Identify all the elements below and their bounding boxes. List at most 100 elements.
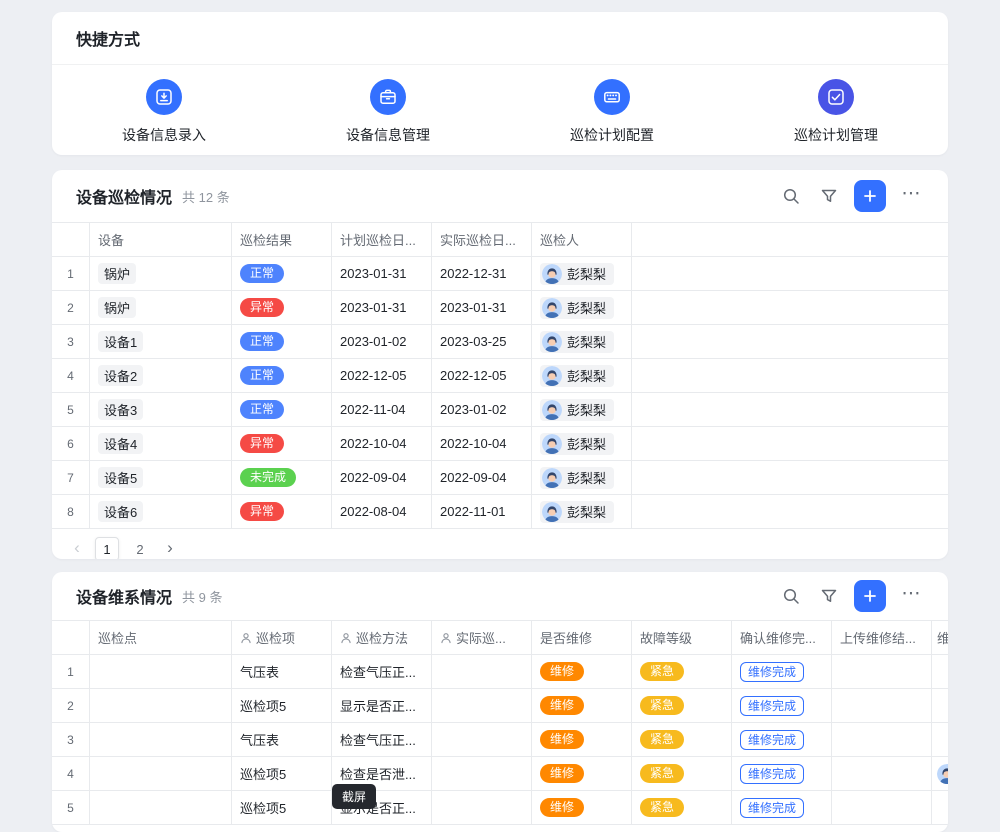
result-cell[interactable]: 异常 xyxy=(232,291,332,324)
repair-person-cell[interactable] xyxy=(932,655,948,688)
result-cell[interactable]: 正常 xyxy=(232,257,332,290)
repair-done-button[interactable]: 维修完成 xyxy=(740,662,804,682)
shortcut-item-3[interactable]: 巡检计划配置 xyxy=(500,79,724,145)
inspector-cell[interactable]: 彭梨梨 xyxy=(532,257,632,290)
repair-person-cell[interactable] xyxy=(932,723,948,756)
repair-cell[interactable]: 维修 xyxy=(532,655,632,688)
column-header-实际巡检日...[interactable]: 实际巡检日... xyxy=(432,223,532,256)
actual-date-cell[interactable]: 2023-01-31 xyxy=(432,291,532,324)
device-cell[interactable]: 设备2 xyxy=(90,359,232,392)
actual-date-cell[interactable]: 2023-03-25 xyxy=(432,325,532,358)
inspection-point-cell[interactable] xyxy=(90,757,232,790)
upload-result-cell[interactable] xyxy=(832,791,932,824)
inspection-item-cell[interactable]: 气压表 xyxy=(232,723,332,756)
device-cell[interactable]: 设备4 xyxy=(90,427,232,460)
repair-cell[interactable]: 维修 xyxy=(532,757,632,790)
fault-level-cell[interactable]: 紧急 xyxy=(632,791,732,824)
filter-icon[interactable] xyxy=(816,583,842,609)
actual-inspection-cell[interactable] xyxy=(432,655,532,688)
upload-result-cell[interactable] xyxy=(832,723,932,756)
repair-cell[interactable]: 维修 xyxy=(532,723,632,756)
inspection-point-cell[interactable] xyxy=(90,791,232,824)
actual-inspection-cell[interactable] xyxy=(432,791,532,824)
repair-done-button[interactable]: 维修完成 xyxy=(740,798,804,818)
column-header-设备[interactable]: 设备 xyxy=(90,223,232,256)
inspection-point-cell[interactable] xyxy=(90,723,232,756)
result-cell[interactable]: 异常 xyxy=(232,427,332,460)
column-header-确认维修完...[interactable]: 确认维修完... xyxy=(732,621,832,654)
column-header-巡检点[interactable]: 巡检点 xyxy=(90,621,232,654)
actual-date-cell[interactable]: 2022-09-04 xyxy=(432,461,532,494)
planned-date-cell[interactable]: 2022-08-04 xyxy=(332,495,432,528)
inspection-method-cell[interactable]: 检查气压正... xyxy=(332,723,432,756)
actual-date-cell[interactable]: 2023-01-02 xyxy=(432,393,532,426)
search-icon[interactable] xyxy=(778,583,804,609)
upload-result-cell[interactable] xyxy=(832,757,932,790)
shortcut-item-4[interactable]: 巡检计划管理 xyxy=(724,79,948,145)
inspector-cell[interactable]: 彭梨梨 xyxy=(532,359,632,392)
actual-date-cell[interactable]: 2022-12-05 xyxy=(432,359,532,392)
column-header-巡检结果[interactable]: 巡检结果 xyxy=(232,223,332,256)
actual-inspection-cell[interactable] xyxy=(432,723,532,756)
column-header-上传维修结...[interactable]: 上传维修结... xyxy=(832,621,932,654)
upload-result-cell[interactable] xyxy=(832,689,932,722)
inspection-item-cell[interactable]: 气压表 xyxy=(232,655,332,688)
inspector-cell[interactable]: 彭梨梨 xyxy=(532,427,632,460)
inspector-cell[interactable]: 彭梨梨 xyxy=(532,291,632,324)
fault-level-cell[interactable]: 紧急 xyxy=(632,757,732,790)
confirm-repair-cell[interactable]: 维修完成 xyxy=(732,757,832,790)
result-cell[interactable]: 异常 xyxy=(232,495,332,528)
column-header-实际巡...[interactable]: 实际巡... xyxy=(432,621,532,654)
inspection-item-cell[interactable]: 巡检项5 xyxy=(232,791,332,824)
confirm-repair-cell[interactable]: 维修完成 xyxy=(732,689,832,722)
next-page-button[interactable]: › xyxy=(161,539,179,559)
fault-level-cell[interactable]: 紧急 xyxy=(632,689,732,722)
column-header-巡检方法[interactable]: 巡检方法 xyxy=(332,621,432,654)
repair-cell[interactable]: 维修 xyxy=(532,791,632,824)
planned-date-cell[interactable]: 2022-11-04 xyxy=(332,393,432,426)
shortcut-item-2[interactable]: 设备信息管理 xyxy=(276,79,500,145)
actual-date-cell[interactable]: 2022-10-04 xyxy=(432,427,532,460)
inspector-cell[interactable]: 彭梨梨 xyxy=(532,461,632,494)
device-cell[interactable]: 锅炉 xyxy=(90,257,232,290)
inspection-item-cell[interactable]: 巡检项5 xyxy=(232,689,332,722)
planned-date-cell[interactable]: 2023-01-31 xyxy=(332,257,432,290)
column-header-巡检人[interactable]: 巡检人 xyxy=(532,223,632,256)
column-header-维...[interactable]: 维... xyxy=(932,621,948,654)
column-header-故障等级[interactable]: 故障等级 xyxy=(632,621,732,654)
repair-person-cell[interactable] xyxy=(932,757,948,790)
planned-date-cell[interactable]: 2022-10-04 xyxy=(332,427,432,460)
confirm-repair-cell[interactable]: 维修完成 xyxy=(732,723,832,756)
result-cell[interactable]: 正常 xyxy=(232,325,332,358)
device-cell[interactable]: 设备1 xyxy=(90,325,232,358)
column-header-是否维修[interactable]: 是否维修 xyxy=(532,621,632,654)
result-cell[interactable]: 正常 xyxy=(232,359,332,392)
shortcut-item-1[interactable]: 设备信息录入 xyxy=(52,79,276,145)
inspection-method-cell[interactable]: 检查气压正... xyxy=(332,655,432,688)
confirm-repair-cell[interactable]: 维修完成 xyxy=(732,791,832,824)
device-cell[interactable]: 锅炉 xyxy=(90,291,232,324)
page-button-1[interactable]: 1 xyxy=(95,537,119,559)
device-cell[interactable]: 设备5 xyxy=(90,461,232,494)
inspection-point-cell[interactable] xyxy=(90,689,232,722)
repair-done-button[interactable]: 维修完成 xyxy=(740,696,804,716)
result-cell[interactable]: 正常 xyxy=(232,393,332,426)
planned-date-cell[interactable]: 2023-01-31 xyxy=(332,291,432,324)
more-menu-icon[interactable]: ⋯ xyxy=(898,580,924,612)
planned-date-cell[interactable]: 2022-12-05 xyxy=(332,359,432,392)
planned-date-cell[interactable]: 2022-09-04 xyxy=(332,461,432,494)
inspector-cell[interactable]: 彭梨梨 xyxy=(532,495,632,528)
actual-inspection-cell[interactable] xyxy=(432,689,532,722)
repair-person-cell[interactable] xyxy=(932,689,948,722)
fault-level-cell[interactable]: 紧急 xyxy=(632,655,732,688)
more-menu-icon[interactable]: ⋯ xyxy=(898,180,924,212)
inspection-point-cell[interactable] xyxy=(90,655,232,688)
upload-result-cell[interactable] xyxy=(832,655,932,688)
search-icon[interactable] xyxy=(778,183,804,209)
filter-icon[interactable] xyxy=(816,183,842,209)
device-cell[interactable]: 设备3 xyxy=(90,393,232,426)
inspector-cell[interactable]: 彭梨梨 xyxy=(532,393,632,426)
repair-cell[interactable]: 维修 xyxy=(532,689,632,722)
inspection-item-cell[interactable]: 巡检项5 xyxy=(232,757,332,790)
prev-page-button[interactable]: ‹ xyxy=(68,539,86,559)
